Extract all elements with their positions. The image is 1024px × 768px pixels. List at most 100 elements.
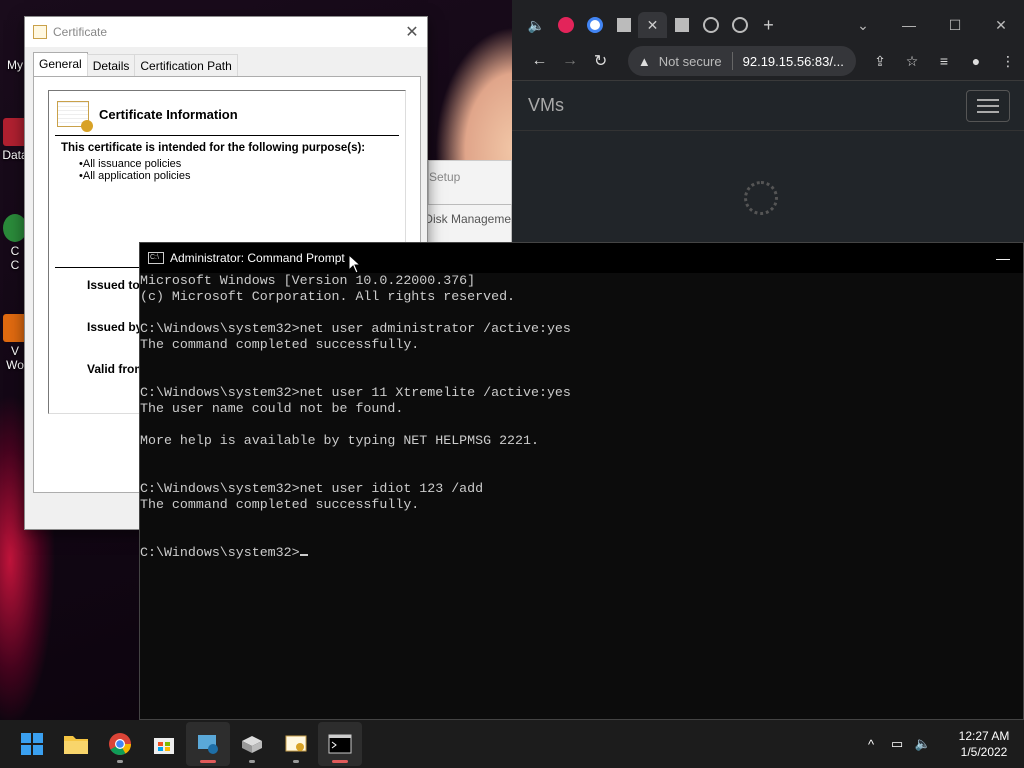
certificate-icon [33,25,47,39]
speaker-icon[interactable]: 🔈 [522,12,551,38]
cmd-title: Administrator: Command Prompt [170,251,345,265]
tab-details[interactable]: Details [86,54,136,76]
network-icon[interactable]: ▭ [884,736,910,752]
folder-icon [64,736,88,754]
setup-window[interactable]: Setup [428,160,512,210]
console-line: The command completed successfully. [140,337,420,352]
console-line: More help is available by typing NET HEL… [140,433,539,448]
divider [55,135,399,136]
taskbar-certificate[interactable] [274,722,318,766]
remote-desktop-icon [198,735,218,754]
taskbar-file-explorer[interactable] [54,722,98,766]
browser-tools: ⇪ ☆ ≡ ● ⋮ [864,53,1024,70]
certificate-tabs: General Details Certification Path [33,52,238,76]
disk-management-title: Disk Manageme [424,212,511,226]
list-item: All issuance policies [79,158,405,170]
certificate-info-heading: Certificate Information [99,106,238,122]
taskbar: ^ ▭ 🔈 12:27 AM 1/5/2022 [0,720,1024,768]
running-indicator [249,760,255,763]
taskbar-command-prompt[interactable] [318,722,362,766]
taskbar-server-manager[interactable] [230,722,274,766]
volume-icon[interactable]: 🔈 [910,736,936,752]
list-item: All application policies [79,170,405,182]
running-indicator [293,760,299,763]
start-button[interactable] [10,722,54,766]
reload-icon[interactable]: ↻ [585,51,616,71]
close-icon[interactable]: ✕ [647,17,659,34]
quora-icon [557,17,574,33]
browser-window: 🔈 ✕ + ⌄ — ☐ ✕ ← → ↻ ▲ Not secure 92.19.1… [512,0,1024,242]
console-line: (c) Microsoft Corporation. All rights re… [140,289,516,304]
reading-list-icon[interactable]: ≡ [928,53,960,70]
browser-tab[interactable] [696,12,725,38]
bookmark-star-icon[interactable]: ☆ [896,53,928,70]
back-icon[interactable]: ← [524,52,555,70]
close-icon[interactable]: ✕ [397,22,427,42]
clock-date: 1/5/2022 [960,745,1008,759]
browser-window-controls: ⌄ — ☐ ✕ [840,17,1024,34]
running-indicator [200,760,216,763]
certificate-badge-icon [57,101,93,132]
browser-tab[interactable] [580,12,609,38]
windows-logo-icon [21,733,43,755]
taskbar-chrome[interactable] [98,722,142,766]
command-prompt-window: C:\ Administrator: Command Prompt — Micr… [139,242,1024,720]
chevron-up-icon[interactable]: ^ [858,737,884,752]
browser-tab[interactable] [551,12,580,38]
tab-general[interactable]: General [33,52,88,76]
desktop-icon-label: V Wo [6,344,24,372]
divider [731,52,733,70]
browser-tab[interactable] [667,12,696,38]
new-tab-button[interactable]: + [754,12,783,38]
profile-icon[interactable]: ● [960,53,992,70]
menu-kebab-icon[interactable]: ⋮ [992,53,1024,70]
console-line: The user name could not be found. [140,401,404,416]
address-bar[interactable]: ▲ Not secure 92.19.15.56:83/... [627,46,857,76]
google-icon [586,17,603,33]
clock-time: 12:27 AM [958,729,1010,743]
maximize-icon[interactable]: ☐ [932,17,978,34]
browser-toolbar: ← → ↻ ▲ Not secure 92.19.15.56:83/... ⇪ … [512,46,1024,76]
browser-tab[interactable] [725,12,754,38]
browser-tab[interactable] [609,12,638,38]
taskbar-remote-desktop[interactable] [186,722,230,766]
terminal-icon [328,734,352,754]
minimize-icon[interactable]: — [886,17,932,34]
warning-icon: ▲ [637,53,651,69]
hamburger-menu-button[interactable] [966,89,1010,122]
console-line: The command completed successfully. [140,497,420,512]
server-icon [616,18,631,32]
system-tray: ^ ▭ 🔈 12:27 AM 1/5/2022 [858,728,1024,760]
tab-search-icon[interactable]: ⌄ [840,17,886,34]
minimize-icon[interactable]: — [983,250,1023,266]
store-icon [154,738,174,754]
close-icon[interactable]: ✕ [978,17,1024,34]
navbar-brand[interactable]: VMs [528,95,564,116]
valid-from-label: Valid from [87,362,146,376]
setup-window-title: Setup [429,170,461,184]
cmd-titlebar[interactable]: C:\ Administrator: Command Prompt — [140,243,1023,273]
browser-tab-close[interactable]: ✕ [638,12,667,38]
certificate-icon [285,735,307,752]
console-line: C:\Windows\system32>net user administrat… [140,321,571,336]
browser-tab-strip: 🔈 ✕ + ⌄ — ☐ ✕ [512,0,1024,50]
share-icon[interactable]: ⇪ [864,53,896,70]
vms-navbar: VMs [512,81,1024,131]
taskbar-store[interactable] [142,722,186,766]
globe-icon [702,17,719,33]
console-line: Microsoft Windows [Version 10.0.22000.37… [140,273,476,288]
certificate-titlebar[interactable]: Certificate ✕ [25,17,427,47]
forward-icon[interactable]: → [555,52,586,70]
clock[interactable]: 12:27 AM 1/5/2022 [944,728,1024,760]
console-line: C:\Windows\system32>net user 11 Xtremeli… [140,385,571,400]
cmd-console[interactable]: Microsoft Windows [Version 10.0.22000.37… [140,273,571,561]
desktop-icon-label: C C [10,244,20,272]
issued-to-label: Issued to: [87,278,144,292]
certificate-purpose-text: This certificate is intended for the fol… [61,142,366,154]
tab-certification-path[interactable]: Certification Path [134,54,238,76]
